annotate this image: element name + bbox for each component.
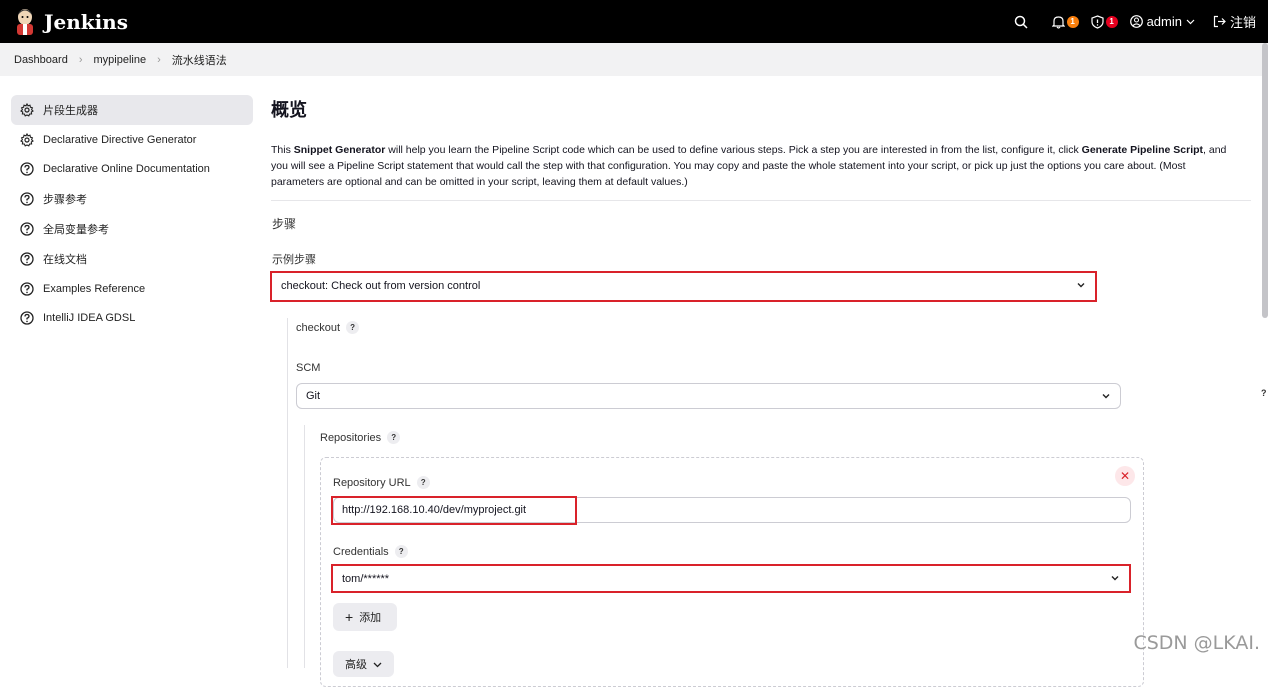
chevron-down-icon bbox=[1102, 394, 1110, 399]
sidebar-item-declarative-directive-generator[interactable]: Declarative Directive Generator bbox=[11, 125, 253, 155]
help-circle-icon bbox=[20, 311, 34, 326]
sidebar-item-label: 步骤参考 bbox=[43, 194, 87, 207]
advanced-button[interactable]: 高级 bbox=[333, 651, 394, 677]
chevron-right-icon: › bbox=[157, 53, 161, 66]
repo-url-text: Repository URL bbox=[333, 476, 411, 489]
sidebar-item-label: IntelliJ IDEA GDSL bbox=[43, 312, 136, 325]
brand-name: Jenkins bbox=[44, 9, 128, 34]
sidebar-item-intellij-gdsl[interactable]: IntelliJ IDEA GDSL bbox=[11, 304, 253, 334]
chevron-down-icon bbox=[1186, 19, 1195, 25]
sidebar-item-examples-reference[interactable]: Examples Reference bbox=[11, 274, 253, 304]
help-icon[interactable]: ? bbox=[1261, 388, 1267, 398]
gear-icon bbox=[20, 132, 34, 147]
help-icon[interactable]: ? bbox=[346, 321, 360, 334]
help-circle-icon bbox=[20, 192, 34, 206]
plus-icon: + bbox=[345, 609, 354, 625]
breadcrumb-pipeline[interactable]: mypipeline bbox=[94, 54, 147, 66]
help-icon[interactable]: ? bbox=[387, 431, 401, 444]
add-credentials-button[interactable]: + 添加 bbox=[333, 603, 397, 631]
main-content: 概览 This Snippet Generator will help you … bbox=[271, 88, 1251, 201]
jenkins-logo-icon bbox=[14, 8, 36, 36]
desc-bold: Generate Pipeline Script bbox=[1081, 144, 1204, 156]
scm-select[interactable]: Git bbox=[296, 383, 1121, 409]
highlight-box bbox=[270, 271, 1097, 302]
sidebar-item-label: Declarative Directive Generator bbox=[43, 133, 197, 146]
page-title: 概览 bbox=[271, 100, 307, 120]
logout-label: 注销 bbox=[1229, 15, 1256, 30]
logout-button[interactable]: 注销 bbox=[1213, 12, 1256, 31]
sidebar-item-label: Examples Reference bbox=[43, 282, 146, 295]
sample-step-label: 示例步骤 bbox=[272, 254, 316, 266]
brand-link[interactable]: Jenkins bbox=[14, 8, 128, 36]
help-circle-icon bbox=[20, 222, 34, 236]
sidebar-item-label: 全局变量参考 bbox=[43, 224, 109, 237]
scm-value: Git bbox=[306, 390, 321, 402]
highlight-box bbox=[331, 564, 1131, 593]
breadcrumb-dashboard[interactable]: Dashboard bbox=[14, 54, 68, 66]
advanced-button-label: 高级 bbox=[345, 659, 367, 671]
help-circle-icon bbox=[20, 162, 34, 177]
desc-text: This bbox=[271, 144, 294, 156]
add-button-label: 添加 bbox=[359, 612, 382, 624]
user-menu[interactable]: admin bbox=[1129, 14, 1195, 29]
help-circle-icon bbox=[20, 252, 34, 266]
sidebar-item-declarative-online-docs[interactable]: Declarative Online Documentation bbox=[11, 155, 253, 185]
credentials-text: Credentials bbox=[333, 545, 389, 558]
checkout-text: checkout bbox=[296, 321, 341, 334]
desc-text: will help you learn the Pipeline Script … bbox=[385, 144, 1082, 156]
sidebar-item-global-variables[interactable]: 全局变量参考 bbox=[11, 214, 253, 244]
notifications-badge: 1 bbox=[1066, 15, 1079, 28]
search-icon[interactable] bbox=[1014, 15, 1028, 29]
sidebar-item-snippet-generator[interactable]: 片段生成器 bbox=[11, 95, 253, 125]
highlight-box bbox=[331, 496, 577, 525]
repositories-label: Repositories ? bbox=[320, 431, 401, 444]
close-icon[interactable]: ✕ bbox=[1115, 466, 1135, 486]
gear-icon bbox=[20, 102, 34, 117]
sidebar-item-label: 片段生成器 bbox=[43, 104, 98, 117]
bell-icon bbox=[1051, 15, 1065, 29]
sidebar-item-online-docs[interactable]: 在线文档 bbox=[11, 244, 253, 274]
desc-bold: Snippet Generator bbox=[293, 144, 386, 156]
top-bar: Jenkins 1 1 admin 注销 bbox=[0, 0, 1268, 43]
scrollbar[interactable] bbox=[1262, 43, 1268, 318]
logout-icon bbox=[1213, 15, 1226, 28]
sidebar-item-steps-reference[interactable]: 步骤参考 bbox=[11, 184, 253, 214]
security-button[interactable]: 1 bbox=[1090, 14, 1118, 29]
sidebar-item-label: 在线文档 bbox=[43, 253, 87, 266]
checkout-label: checkout ? bbox=[296, 321, 360, 334]
shield-icon bbox=[1090, 14, 1104, 29]
chevron-right-icon: › bbox=[78, 53, 83, 66]
repo-url-label: Repository URL ? bbox=[333, 476, 430, 489]
help-circle-icon bbox=[20, 282, 34, 296]
help-icon[interactable]: ? bbox=[394, 545, 408, 558]
breadcrumb: Dashboard › mypipeline › 流水线语法 bbox=[0, 43, 1268, 76]
chevron-down-icon bbox=[373, 662, 382, 667]
help-icon[interactable]: ? bbox=[416, 476, 430, 489]
repositories-text: Repositories bbox=[320, 431, 382, 444]
scm-label: SCM bbox=[296, 362, 321, 374]
notifications-button[interactable]: 1 bbox=[1051, 15, 1079, 29]
breadcrumb-pipeline-syntax[interactable]: 流水线语法 bbox=[172, 52, 227, 68]
page-description: This Snippet Generator will help you lea… bbox=[271, 142, 1233, 190]
sidebar-item-label: Declarative Online Documentation bbox=[43, 163, 210, 176]
nest-line bbox=[287, 318, 288, 668]
security-badge: 1 bbox=[1105, 15, 1118, 28]
divider bbox=[271, 200, 1251, 201]
steps-heading: 步骤 bbox=[272, 217, 297, 231]
watermark: CSDN @LKAI. bbox=[1133, 632, 1260, 654]
nest-line bbox=[304, 425, 305, 668]
credentials-label: Credentials ? bbox=[333, 545, 408, 558]
user-icon bbox=[1129, 15, 1143, 28]
sidebar: 片段生成器 Declarative Directive Generator De… bbox=[11, 95, 253, 333]
user-name: admin bbox=[1146, 14, 1182, 29]
